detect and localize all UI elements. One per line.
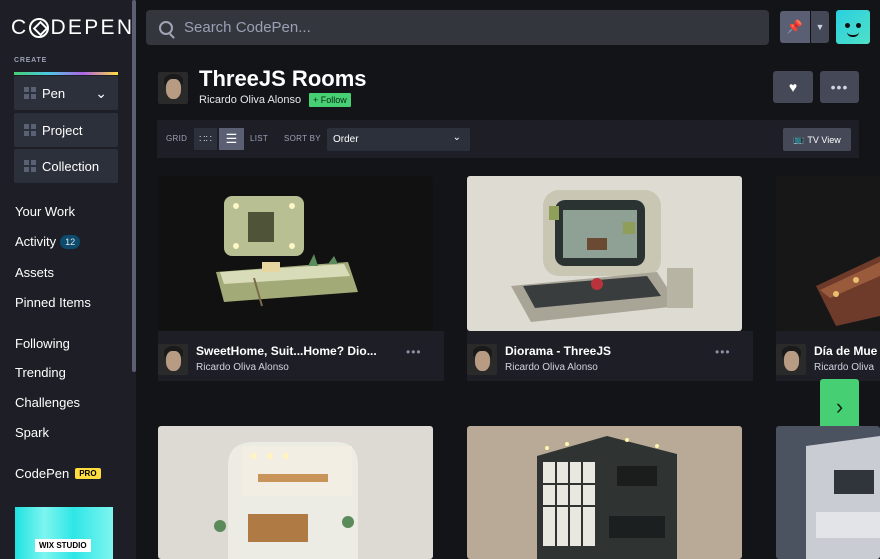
pen-title[interactable]: Día de Mue bbox=[814, 344, 877, 358]
grid-icon: ∷∷ bbox=[199, 133, 212, 145]
sidebar-item-spark[interactable]: Spark bbox=[15, 425, 49, 440]
pen-preview[interactable] bbox=[158, 176, 433, 331]
activity-count-badge: 12 bbox=[60, 235, 81, 249]
pen-author[interactable]: Ricardo Oliva bbox=[814, 362, 874, 373]
pin-icon: 📌 bbox=[786, 19, 804, 34]
grid-view-button[interactable]: ∷∷ bbox=[194, 128, 217, 150]
computer-diorama-image bbox=[511, 190, 693, 322]
project-icon bbox=[24, 124, 36, 136]
tv-view-button[interactable]: 📺 TV View bbox=[783, 128, 851, 151]
collection-icon bbox=[24, 160, 36, 172]
author-avatar[interactable] bbox=[158, 344, 188, 375]
sidebar-item-challenges[interactable]: Challenges bbox=[15, 395, 80, 410]
cafe-diorama-image bbox=[214, 442, 358, 559]
sidebar-item-following[interactable]: Following bbox=[15, 336, 70, 351]
suitcase-diorama-image bbox=[216, 196, 358, 307]
sidebar-item-trending[interactable]: Trending bbox=[15, 365, 66, 380]
sidebar-item-activity[interactable]: Activity 12 bbox=[15, 234, 81, 249]
ellipsis-icon: ••• bbox=[830, 79, 849, 95]
pen-preview[interactable] bbox=[776, 176, 880, 331]
pen-options-icon[interactable]: ••• bbox=[406, 345, 422, 359]
chevron-right-icon: › bbox=[835, 394, 844, 419]
codepen-logo[interactable]: C DEPEN bbox=[11, 16, 134, 40]
pen-title[interactable]: Diorama - ThreeJS bbox=[505, 344, 611, 358]
living-room-diorama-image bbox=[806, 436, 880, 559]
create-project-button[interactable]: Project bbox=[14, 113, 118, 147]
heart-icon: ♥ bbox=[788, 79, 798, 95]
create-pen-button[interactable]: Pen ⌄ bbox=[14, 76, 118, 110]
list-icon: ☰ bbox=[225, 131, 238, 146]
sort-by-label: SORT BY bbox=[284, 134, 321, 143]
create-label: CREATE bbox=[14, 57, 48, 64]
sidebar: C DEPEN CREATE Pen ⌄ Project Collection Y… bbox=[0, 0, 136, 559]
pen-preview[interactable] bbox=[158, 426, 433, 559]
collection-author[interactable]: Ricardo Oliva Alonso bbox=[199, 94, 301, 106]
sidebar-item-codepen-pro[interactable]: CodePen PRO bbox=[15, 466, 101, 481]
pen-card-footer: Día de Mue Ricardo Oliva bbox=[776, 331, 880, 381]
view-toolbar: GRID ∷∷ ☰ LIST SORT BY Order ⌄ 📺 TV View bbox=[157, 120, 859, 158]
sidebar-item-your-work[interactable]: Your Work bbox=[15, 204, 75, 219]
sort-select[interactable]: Order ⌄ bbox=[327, 128, 470, 151]
more-options-button[interactable]: ••• bbox=[820, 71, 859, 103]
tv-icon: 📺 bbox=[793, 134, 805, 144]
create-gradient-bar bbox=[14, 72, 118, 75]
pen-preview[interactable] bbox=[467, 426, 742, 559]
user-avatar[interactable] bbox=[836, 10, 870, 44]
author-avatar[interactable] bbox=[776, 344, 806, 375]
pen-preview[interactable] bbox=[467, 176, 742, 331]
chevron-down-icon[interactable]: ⌄ bbox=[95, 85, 107, 102]
chevron-down-icon: ⌄ bbox=[452, 132, 461, 143]
grid-label: GRID bbox=[166, 134, 188, 143]
search-input[interactable] bbox=[184, 19, 744, 36]
codepen-cube-icon bbox=[29, 18, 50, 38]
like-button[interactable]: ♥ bbox=[773, 71, 813, 103]
sidebar-item-pinned-items[interactable]: Pinned Items bbox=[15, 295, 91, 310]
follow-button[interactable]: + Follow bbox=[309, 93, 351, 107]
pen-title[interactable]: SweetHome, Suit...Home? Dio... bbox=[196, 344, 377, 358]
search-bar[interactable] bbox=[146, 10, 769, 45]
sidebar-item-assets[interactable]: Assets bbox=[15, 265, 54, 280]
pen-author[interactable]: Ricardo Oliva Alonso bbox=[196, 362, 289, 373]
sidebar-ad[interactable]: WIX STUDIO bbox=[15, 507, 113, 559]
pen-card-footer: Diorama - ThreeJS Ricardo Oliva Alonso •… bbox=[467, 331, 753, 381]
list-view-button[interactable]: ☰ bbox=[219, 128, 244, 150]
pinned-dropdown-button[interactable]: ▼ bbox=[811, 11, 829, 43]
pen-card-footer: SweetHome, Suit...Home? Dio... Ricardo O… bbox=[158, 331, 444, 381]
pen-author[interactable]: Ricardo Oliva Alonso bbox=[505, 362, 598, 373]
sidebar-scrollbar[interactable] bbox=[132, 0, 136, 372]
dia-de-muertos-image bbox=[816, 256, 880, 326]
pro-badge: PRO bbox=[75, 468, 101, 479]
create-collection-button[interactable]: Collection bbox=[14, 149, 118, 183]
pinned-items-button[interactable]: 📌 bbox=[780, 11, 810, 43]
gaming-room-diorama-image bbox=[537, 436, 677, 559]
list-label: LIST bbox=[250, 134, 269, 143]
chevron-down-icon: ▼ bbox=[815, 22, 825, 32]
collection-title: ThreeJS Rooms bbox=[199, 66, 367, 91]
pen-icon bbox=[24, 87, 36, 99]
search-icon bbox=[159, 20, 173, 35]
ad-logo: WIX STUDIO bbox=[35, 539, 91, 552]
pen-preview[interactable] bbox=[776, 426, 880, 559]
author-avatar[interactable] bbox=[158, 72, 188, 104]
author-avatar[interactable] bbox=[467, 344, 497, 375]
pen-options-icon[interactable]: ••• bbox=[715, 345, 731, 359]
